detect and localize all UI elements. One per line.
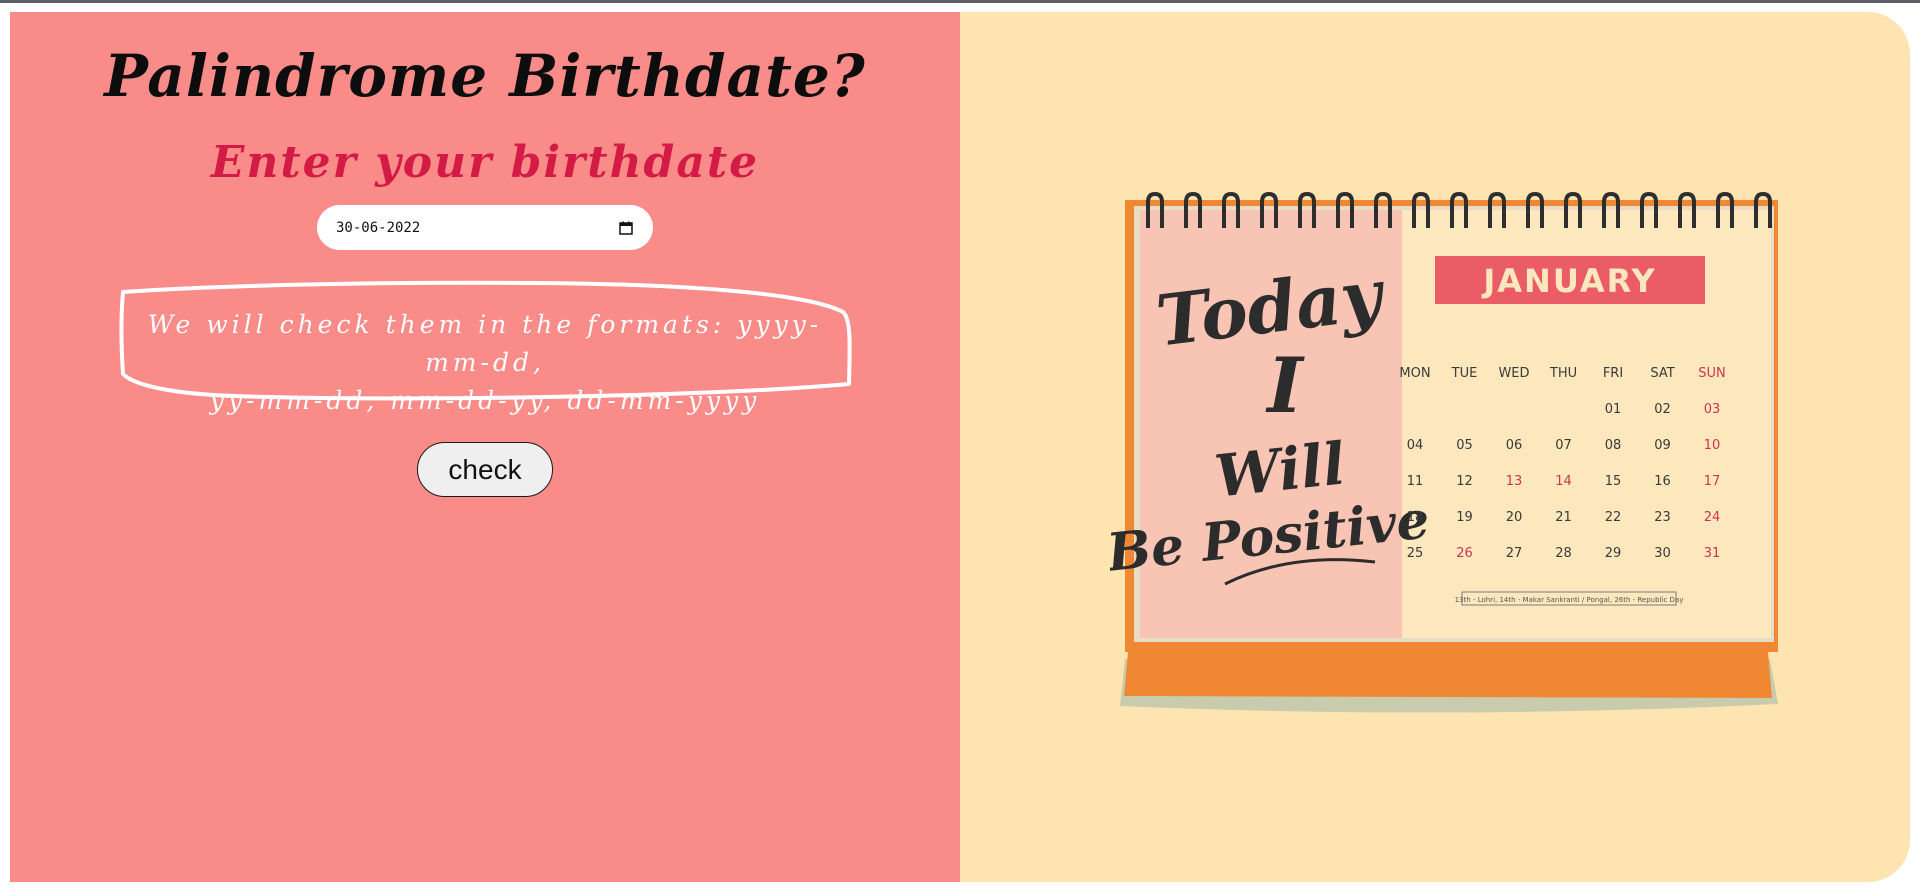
calendar-day: 21 (1555, 510, 1572, 525)
month-label: JANUARY (1481, 262, 1656, 300)
weekday-label: SUN (1698, 366, 1726, 381)
calendar-day: 09 (1654, 438, 1671, 453)
calendar-day: 16 (1654, 474, 1671, 489)
calendar-day: 27 (1506, 546, 1523, 561)
weekday-label: MON (1399, 366, 1430, 381)
calendar-day: 15 (1605, 474, 1622, 489)
calendar-day: 05 (1456, 438, 1473, 453)
calendar-day: 04 (1407, 438, 1424, 453)
calendar-day: 30 (1654, 546, 1671, 561)
right-panel: Today I Will Be Positive JANUARY MON TUE W… (960, 12, 1910, 882)
subtitle: Enter your birthdate (210, 137, 760, 188)
calendar-day: 07 (1555, 438, 1572, 453)
month-banner: JANUARY (1435, 256, 1705, 304)
desk-calendar-image: Today I Will Be Positive JANUARY MON TUE W… (1110, 192, 1778, 713)
calendar-day: 22 (1605, 510, 1622, 525)
notice-line-2: yy-mm-dd, mm-dd-yy, dd-mm-yyyy (209, 386, 761, 415)
calendar-day: 26 (1456, 546, 1473, 561)
calendar-day: 17 (1704, 474, 1721, 489)
calendar-day: 29 (1605, 546, 1622, 561)
weekday-label: SAT (1650, 366, 1674, 381)
calendar-day: 12 (1456, 474, 1473, 489)
calendar-day: 01 (1605, 402, 1622, 417)
calendar-day: 14 (1555, 474, 1572, 489)
slogan-line-3: Will (1212, 429, 1349, 510)
calendar-day: 13 (1506, 474, 1523, 489)
weekday-label: FRI (1603, 366, 1623, 381)
calendar-day: 28 (1555, 546, 1572, 561)
calendar-day: 02 (1654, 402, 1671, 417)
birthdate-input[interactable]: 30-06-2022 (317, 205, 653, 250)
check-button[interactable]: check (417, 442, 553, 497)
calendar-icon[interactable] (619, 221, 633, 235)
browser-top-bar (0, 0, 1920, 3)
calendar-day: 19 (1456, 510, 1473, 525)
holiday-footnote: 13th - Lohri, 14th - Makar Sankranti / P… (1455, 596, 1684, 604)
calendar-day: 31 (1704, 546, 1721, 561)
calendar-day: 10 (1704, 438, 1721, 453)
left-panel: Palindrome Birthdate? Enter your birthda… (10, 12, 960, 882)
calendar-day: 20 (1506, 510, 1523, 525)
weekday-label: THU (1549, 366, 1577, 381)
calendar-day: 08 (1605, 438, 1622, 453)
weekday-label: WED (1498, 366, 1529, 381)
slogan-line-2: I (1265, 341, 1305, 430)
format-notice: We will check them in the formats: yyyy-… (115, 274, 855, 415)
calendar-day: 03 (1704, 402, 1721, 417)
calendar-day: 06 (1506, 438, 1523, 453)
calendar-day: 25 (1407, 546, 1424, 561)
calendar-day: 11 (1407, 474, 1424, 489)
calendar-day: 18 (1407, 510, 1424, 525)
weekday-label: TUE (1451, 366, 1478, 381)
calendar-day: 24 (1704, 510, 1721, 525)
notice-text: We will check them in the formats: yyyy-… (135, 306, 835, 420)
birthdate-value[interactable]: 30-06-2022 (336, 220, 420, 236)
calendar-day: 23 (1654, 510, 1671, 525)
page-title: Palindrome Birthdate? (104, 42, 866, 110)
notice-line-1: We will check them in the formats: yyyy-… (147, 310, 823, 377)
